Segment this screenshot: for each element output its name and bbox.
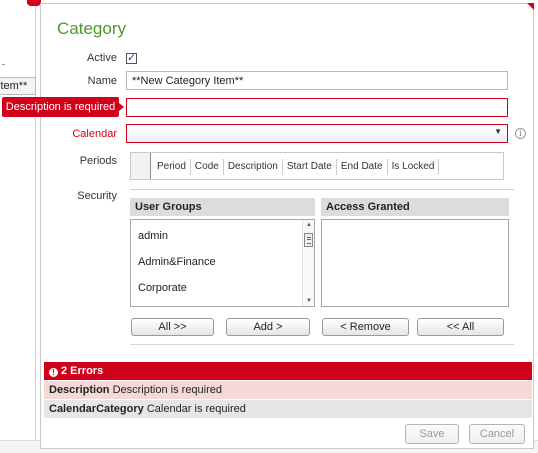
- info-icon[interactable]: i: [515, 128, 526, 139]
- periods-row-selector[interactable]: [131, 153, 151, 179]
- access-granted-list[interactable]: [321, 219, 509, 307]
- scroll-down-icon[interactable]: ▼: [306, 298, 312, 304]
- remove-button[interactable]: < Remove: [322, 318, 409, 336]
- active-label: Active: [87, 52, 117, 64]
- name-label: Name: [87, 75, 117, 87]
- dialog-error-corner: [527, 3, 534, 10]
- save-button[interactable]: Save: [405, 424, 459, 444]
- periods-column-header[interactable]: Is Locked: [388, 159, 440, 175]
- error-message: Calendar is required: [146, 403, 246, 415]
- remove-all-button[interactable]: << All: [417, 318, 504, 336]
- security-label: Security: [77, 190, 117, 202]
- security-divider: [130, 189, 514, 190]
- errors-count: 2 Errors: [61, 365, 104, 377]
- error-field: CalendarCategory: [49, 403, 144, 415]
- background-list-panel: item**: [0, 0, 36, 440]
- calendar-label: Calendar: [72, 128, 117, 140]
- checkmark-icon: ✓: [127, 52, 137, 64]
- list-item[interactable]: Admin&Finance: [138, 256, 216, 268]
- access-granted-header: Access Granted: [321, 198, 509, 216]
- name-input[interactable]: [126, 71, 508, 90]
- cancel-button[interactable]: Cancel: [469, 424, 525, 444]
- category-dialog: Category Active ✓ Name Calendar ▼ i Peri…: [40, 3, 534, 449]
- periods-column-header[interactable]: End Date: [337, 159, 388, 175]
- user-groups-scrollbar[interactable]: ▲ ▼: [302, 220, 314, 306]
- periods-column-headers: Period Code Description Start Date End Date I…: [153, 159, 440, 175]
- active-checkbox[interactable]: ✓: [126, 52, 137, 64]
- list-item[interactable]: admin: [138, 230, 168, 242]
- error-row[interactable]: Description Description is required: [44, 381, 532, 399]
- background-list-marker: [2, 64, 5, 65]
- chevron-down-icon: ▼: [494, 127, 502, 136]
- scroll-thumb[interactable]: [304, 233, 313, 247]
- list-item[interactable]: Corporate: [138, 282, 187, 294]
- description-error-tooltip: Description is required: [2, 97, 124, 117]
- scroll-up-icon[interactable]: ▲: [306, 222, 312, 228]
- periods-column-header[interactable]: Start Date: [283, 159, 337, 175]
- error-field: Description: [49, 384, 110, 396]
- calendar-select[interactable]: ▼: [126, 124, 508, 143]
- add-button[interactable]: Add >: [226, 318, 310, 336]
- periods-column-header[interactable]: Code: [191, 159, 224, 175]
- error-message: Description is required: [112, 384, 223, 396]
- user-groups-header: User Groups: [130, 198, 315, 216]
- error-row[interactable]: CalendarCategory Calendar is required: [44, 400, 532, 418]
- background-list-item[interactable]: item**: [0, 77, 36, 95]
- periods-grid[interactable]: Period Code Description Start Date End Date I…: [130, 152, 504, 180]
- user-groups-list[interactable]: admin Admin&Finance Corporate ▲ ▼: [130, 219, 315, 307]
- errors-header[interactable]: ! 2 Errors: [44, 362, 532, 380]
- buttons-divider: [130, 344, 514, 345]
- periods-label: Periods: [79, 155, 117, 167]
- error-icon: !: [49, 368, 58, 377]
- periods-column-header[interactable]: Description: [224, 159, 283, 175]
- add-all-button[interactable]: All >>: [131, 318, 214, 336]
- background-error-marker: [27, 0, 41, 6]
- periods-column-header[interactable]: Period: [153, 159, 191, 175]
- dialog-title: Category: [57, 19, 126, 38]
- description-input[interactable]: [126, 98, 508, 117]
